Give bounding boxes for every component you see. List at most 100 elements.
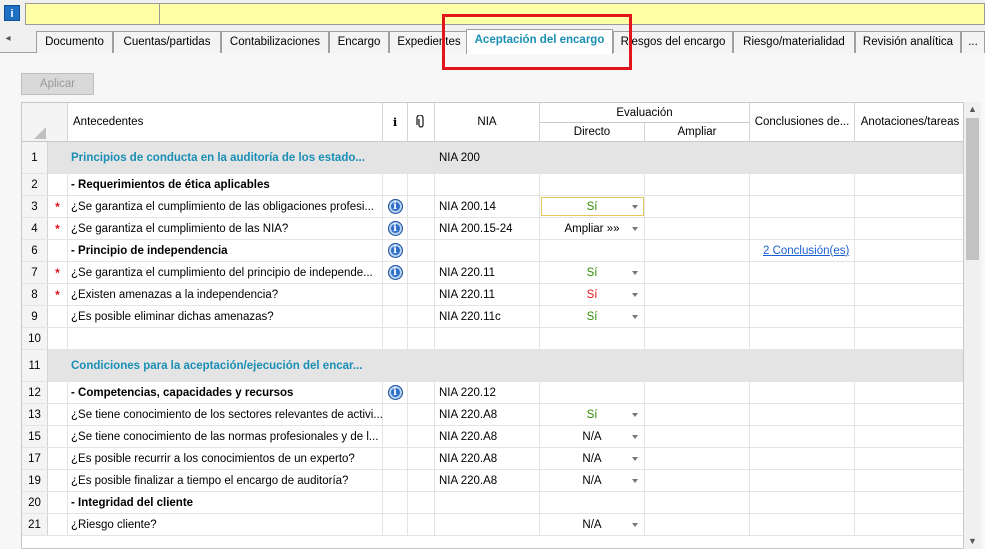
anotaciones-cell[interactable]: [855, 306, 963, 327]
antecedente-cell[interactable]: Condiciones para la aceptación/ejecución…: [68, 350, 383, 381]
table-row[interactable]: 3 * ¿Se garantiza el cumplimiento de las o…: [22, 196, 963, 218]
section-row[interactable]: 1 Principios de conducta en la auditoría …: [22, 142, 963, 174]
table-row[interactable]: 2 - Requerimientos de ética aplicables: [22, 174, 963, 196]
row-number[interactable]: 12: [22, 382, 48, 403]
chevron-down-icon[interactable]: [632, 456, 638, 461]
row-number[interactable]: 17: [22, 448, 48, 469]
ampliar-cell[interactable]: [645, 174, 750, 195]
antecedente-cell[interactable]: ¿Es posible finalizar a tiempo el encarg…: [68, 470, 383, 491]
attachment-cell[interactable]: [408, 448, 435, 469]
table-row[interactable]: 20 - Integridad del cliente: [22, 492, 963, 514]
antecedente-cell[interactable]: [68, 328, 383, 349]
attachment-cell[interactable]: [408, 240, 435, 261]
table-row[interactable]: 13 ¿Se tiene conocimiento de los sectores…: [22, 404, 963, 426]
ampliar-cell[interactable]: [645, 382, 750, 403]
ampliar-cell[interactable]: [645, 284, 750, 305]
directo-cell[interactable]: Sí: [540, 404, 645, 425]
anotaciones-cell[interactable]: [855, 196, 963, 217]
antecedente-cell[interactable]: ¿Es posible eliminar dichas amenazas?: [68, 306, 383, 327]
row-number[interactable]: 21: [22, 514, 48, 535]
apply-button[interactable]: Aplicar: [21, 73, 94, 95]
directo-cell[interactable]: Sí: [540, 196, 645, 217]
attachment-cell[interactable]: [408, 470, 435, 491]
ampliar-cell[interactable]: [645, 142, 750, 173]
attachment-cell[interactable]: [408, 328, 435, 349]
attachment-cell[interactable]: [408, 196, 435, 217]
vertical-scrollbar[interactable]: ▲ ▼: [964, 102, 981, 549]
info-icon[interactable]: i: [387, 199, 403, 214]
header-attachment[interactable]: [408, 103, 435, 142]
directo-cell[interactable]: Sí: [540, 284, 645, 305]
directo-cell[interactable]: N/A: [540, 448, 645, 469]
table-row[interactable]: 9 ¿Es posible eliminar dichas amenazas? NI…: [22, 306, 963, 328]
anotaciones-cell[interactable]: [855, 142, 963, 173]
antecedente-cell[interactable]: - Requerimientos de ética aplicables: [68, 174, 383, 195]
info-icon[interactable]: i: [4, 5, 20, 21]
conclusion-link[interactable]: 2 Conclusión(es): [763, 245, 849, 257]
header-directo[interactable]: Directo: [540, 123, 645, 142]
chevron-down-icon[interactable]: [632, 270, 638, 275]
attachment-cell[interactable]: [408, 306, 435, 327]
scroll-up-icon[interactable]: ▲: [964, 102, 981, 117]
chevron-down-icon[interactable]: [632, 204, 638, 209]
table-row[interactable]: 6 - Principio de independencia i 2 Conclusi…: [22, 240, 963, 262]
tab-revision-analitica[interactable]: Revisión analítica: [855, 31, 961, 53]
directo-cell[interactable]: N/A: [540, 426, 645, 447]
header-ampliar[interactable]: Ampliar: [645, 123, 750, 142]
table-row[interactable]: 10: [22, 328, 963, 350]
chevron-down-icon[interactable]: [632, 226, 638, 231]
tab-encargo[interactable]: Encargo: [329, 31, 389, 53]
conclusiones-cell[interactable]: 2 Conclusión(es): [750, 240, 855, 261]
anotaciones-cell[interactable]: [855, 174, 963, 195]
info-icon[interactable]: i: [387, 243, 403, 258]
anotaciones-cell[interactable]: [855, 426, 963, 447]
header-anotaciones[interactable]: Anotaciones/tareas: [855, 103, 963, 142]
row-number[interactable]: 11: [22, 350, 48, 381]
ampliar-cell[interactable]: [645, 196, 750, 217]
ampliar-cell[interactable]: [645, 262, 750, 283]
row-number[interactable]: 15: [22, 426, 48, 447]
row-number[interactable]: 1: [22, 142, 48, 173]
anotaciones-cell[interactable]: [855, 470, 963, 491]
antecedente-cell[interactable]: ¿Riesgo cliente?: [68, 514, 383, 535]
antecedente-cell[interactable]: ¿Existen amenazas a la independencia?: [68, 284, 383, 305]
table-row[interactable]: 7 * ¿Se garantiza el cumplimiento del prin…: [22, 262, 963, 284]
ampliar-cell[interactable]: [645, 470, 750, 491]
antecedente-cell[interactable]: ¿Se garantiza el cumplimiento del princi…: [68, 262, 383, 283]
info-icon[interactable]: i: [387, 221, 403, 236]
anotaciones-cell[interactable]: [855, 328, 963, 349]
table-row[interactable]: 4 * ¿Se garantiza el cumplimiento de las N…: [22, 218, 963, 240]
antecedente-cell[interactable]: Principios de conducta en la auditoría d…: [68, 142, 383, 173]
tab-riesgo-materialidad[interactable]: Riesgo/materialidad: [733, 31, 855, 53]
ampliar-cell[interactable]: [645, 350, 750, 381]
antecedente-cell[interactable]: ¿Se garantiza el cumplimiento de las obl…: [68, 196, 383, 217]
ampliar-cell[interactable]: [645, 404, 750, 425]
anotaciones-cell[interactable]: [855, 262, 963, 283]
chevron-down-icon[interactable]: [632, 292, 638, 297]
attachment-cell[interactable]: [408, 218, 435, 239]
table-row[interactable]: 17 ¿Es posible recurrir a los conocimient…: [22, 448, 963, 470]
row-number[interactable]: 2: [22, 174, 48, 195]
table-row[interactable]: 8 * ¿Existen amenazas a la independencia? N…: [22, 284, 963, 306]
grid-corner[interactable]: [22, 103, 68, 142]
tab-contabilizaciones[interactable]: Contabilizaciones: [221, 31, 329, 53]
anotaciones-cell[interactable]: [855, 382, 963, 403]
directo-cell[interactable]: Sí: [540, 306, 645, 327]
anotaciones-cell[interactable]: [855, 284, 963, 305]
row-number[interactable]: 7: [22, 262, 48, 283]
attachment-cell[interactable]: [408, 142, 435, 173]
attachment-cell[interactable]: [408, 404, 435, 425]
antecedente-cell[interactable]: ¿Se tiene conocimiento de los sectores r…: [68, 404, 383, 425]
row-number[interactable]: 20: [22, 492, 48, 513]
chevron-down-icon[interactable]: [632, 522, 638, 527]
header-info[interactable]: i: [383, 103, 408, 142]
info-icon[interactable]: i: [387, 265, 403, 280]
table-row[interactable]: 21 ¿Riesgo cliente? N/A: [22, 514, 963, 536]
anotaciones-cell[interactable]: [855, 240, 963, 261]
directo-cell[interactable]: Sí: [540, 262, 645, 283]
chevron-down-icon[interactable]: [632, 434, 638, 439]
chevron-down-icon[interactable]: [632, 478, 638, 483]
anotaciones-cell[interactable]: [855, 404, 963, 425]
antecedente-cell[interactable]: - Competencias, capacidades y recursos: [68, 382, 383, 403]
header-nia[interactable]: NIA: [435, 103, 540, 142]
